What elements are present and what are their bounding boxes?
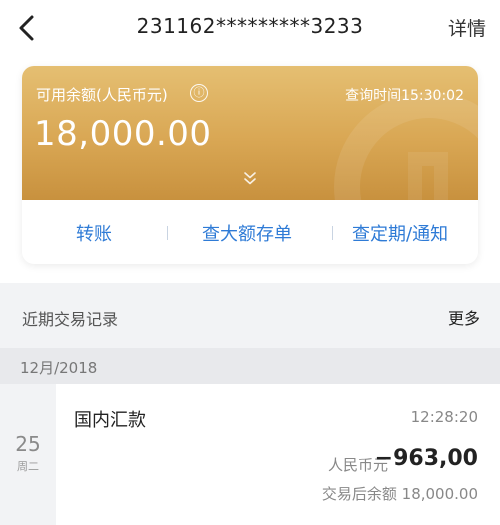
top-bar: 231162*********3233 详情 bbox=[0, 0, 500, 58]
month-label: 12月/2018 bbox=[20, 359, 98, 377]
balance-card: 可用余额(人民币元) ⓘ 查询时间15:30:02 18,000.00 转账 查… bbox=[22, 66, 478, 264]
more-button[interactable]: 更多 bbox=[448, 305, 480, 329]
transaction-name: 国内汇款 bbox=[74, 410, 146, 431]
transaction-day: 25 bbox=[15, 432, 41, 456]
transaction-row[interactable]: 25 周二 国内汇款 12:28:20 人民币元 −963,00 交易后余额 1… bbox=[0, 384, 500, 525]
balance-label: 可用余额(人民币元) bbox=[36, 86, 168, 104]
transaction-weekday: 周二 bbox=[17, 460, 39, 473]
info-icon[interactable]: ⓘ bbox=[190, 84, 208, 102]
transfer-button[interactable]: 转账 bbox=[76, 220, 112, 246]
bank-logo-watermark bbox=[334, 92, 478, 200]
transaction-time: 12:28:20 bbox=[410, 408, 478, 426]
fixed-notice-deposit-button[interactable]: 查定期/通知 bbox=[352, 220, 448, 246]
balance-amount: 18,000.00 bbox=[34, 114, 212, 154]
large-deposit-button[interactable]: 查大额存单 bbox=[202, 220, 292, 246]
transaction-amount: −963,00 bbox=[374, 446, 478, 471]
recent-transactions-title: 近期交易记录 bbox=[22, 310, 119, 329]
balance-after: 交易后余额 18,000.00 bbox=[321, 485, 478, 503]
quick-actions: 转账 查大额存单 查定期/通知 bbox=[22, 200, 478, 264]
detail-button[interactable]: 详情 bbox=[448, 14, 486, 41]
balance-panel: 可用余额(人民币元) ⓘ 查询时间15:30:02 18,000.00 bbox=[22, 66, 478, 200]
account-number: 231162*********3233 bbox=[136, 14, 364, 38]
divider bbox=[332, 226, 333, 240]
date-column: 25 周二 bbox=[0, 384, 56, 525]
bank-logo-watermark-inner bbox=[408, 152, 448, 200]
query-time: 查询时间15:30:02 bbox=[345, 88, 464, 104]
double-chevron-down-icon[interactable] bbox=[241, 170, 259, 188]
month-header: 12月/2018 bbox=[0, 348, 500, 384]
divider bbox=[167, 226, 168, 240]
